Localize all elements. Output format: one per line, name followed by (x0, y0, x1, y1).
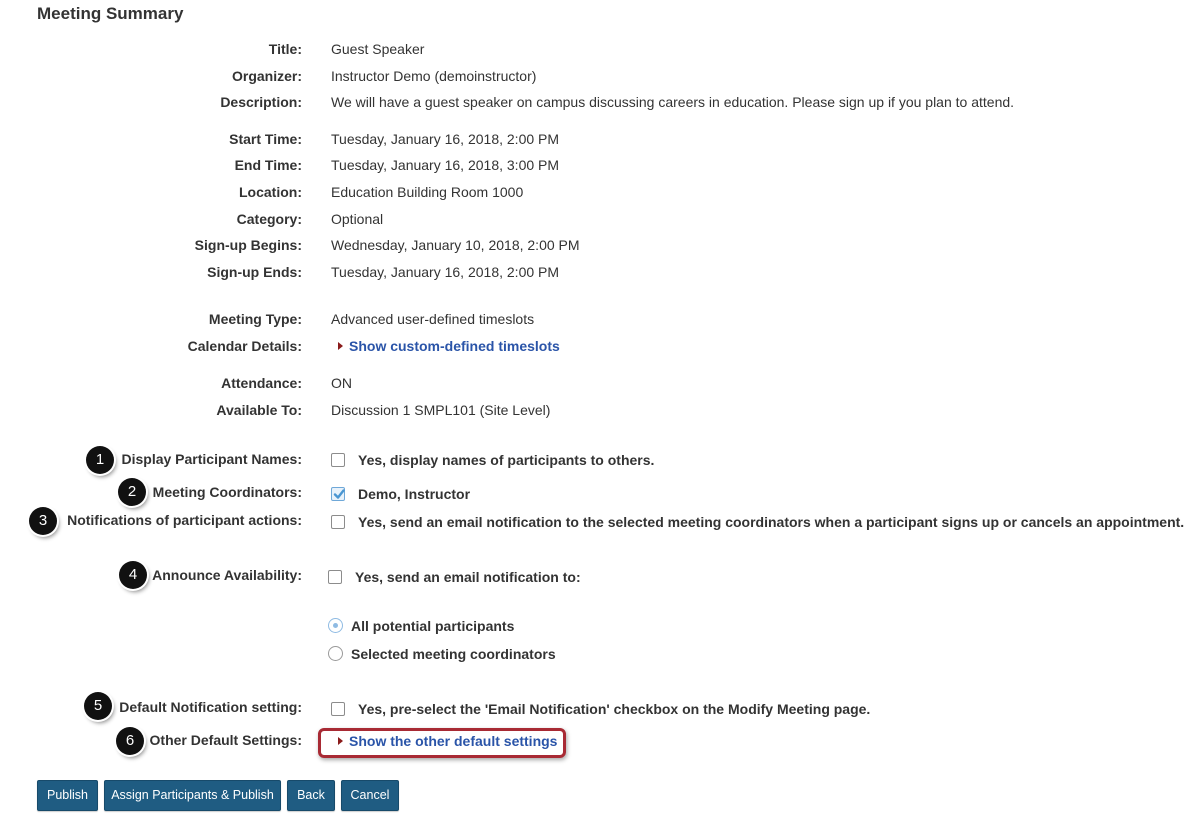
organizer-value: Instructor Demo (demoinstructor) (331, 68, 537, 84)
coordinator-checkbox[interactable] (331, 487, 345, 501)
title-value: Guest Speaker (331, 41, 425, 57)
highlight-box (318, 728, 566, 758)
coordinator-option[interactable]: Demo, Instructor (358, 484, 470, 504)
title-row: Title: Guest Speaker (0, 39, 1194, 59)
category-value: Optional (331, 211, 384, 227)
meeting-type-row: Meeting Type: Advanced user-defined time… (0, 309, 1194, 329)
callout-badge-3: 3 (29, 507, 57, 535)
page-title: Meeting Summary (37, 4, 184, 23)
organizer-row: Organizer: Instructor Demo (demoinstruct… (0, 66, 1194, 86)
assign-participants-publish-button[interactable]: Assign Participants & Publish (104, 780, 281, 811)
calendar-details-label: Calendar Details: (187, 338, 302, 354)
announce-coordinators-row: Selected meeting coordinators (0, 644, 1194, 664)
signup-begins-value: Wednesday, January 10, 2018, 2:00 PM (331, 237, 580, 253)
callout-badge-5: 5 (84, 692, 112, 720)
coordinators-label: Meeting Coordinators: (152, 484, 302, 500)
radio-selected-coordinators-label[interactable]: Selected meeting coordinators (351, 644, 556, 664)
radio-selected-coordinators[interactable] (328, 646, 343, 661)
display-names-checkbox[interactable] (331, 453, 345, 467)
other-defaults-row: Other Default Settings: Show the other d… (0, 730, 1194, 750)
cancel-button[interactable]: Cancel (341, 780, 399, 811)
default-notification-option[interactable]: Yes, pre-select the 'Email Notification'… (358, 699, 870, 719)
display-names-row: Display Participant Names: Yes, display … (0, 449, 1194, 469)
attendance-row: Attendance: ON (0, 373, 1194, 393)
back-button[interactable]: Back (287, 780, 335, 811)
other-defaults-label: Other Default Settings: (149, 732, 302, 748)
default-notification-label: Default Notification setting: (119, 699, 302, 715)
show-timeslots-link[interactable]: Show custom-defined timeslots (349, 336, 560, 356)
notifications-checkbox[interactable] (331, 515, 345, 529)
signup-ends-label: Sign-up Ends: (207, 264, 302, 280)
signup-begins-label: Sign-up Begins: (194, 237, 302, 253)
default-notification-row: Default Notification setting: Yes, pre-s… (0, 697, 1194, 717)
signup-ends-row: Sign-up Ends: Tuesday, January 16, 2018,… (0, 262, 1194, 282)
notifications-label: Notifications of participant actions: (67, 512, 302, 528)
coordinators-row: Meeting Coordinators: Demo, Instructor (0, 482, 1194, 502)
display-names-option[interactable]: Yes, display names of participants to ot… (358, 450, 654, 470)
category-label: Category: (236, 211, 302, 227)
meeting-type-label: Meeting Type: (208, 311, 302, 327)
available-to-row: Available To: Discussion 1 SMPL101 (Site… (0, 400, 1194, 420)
callout-badge-4: 4 (119, 561, 147, 589)
announce-row: Announce Availability: Yes, send an emai… (0, 565, 1194, 585)
start-time-label: Start Time: (229, 131, 302, 147)
publish-button[interactable]: Publish (37, 780, 98, 811)
available-to-label: Available To: (216, 402, 302, 418)
attendance-label: Attendance: (221, 375, 302, 391)
notifications-row: Notifications of participant actions: Ye… (0, 510, 1194, 530)
signup-ends-value: Tuesday, January 16, 2018, 2:00 PM (331, 264, 560, 280)
announce-all-row: All potential participants (0, 616, 1194, 636)
expand-triangle-icon[interactable] (338, 342, 343, 350)
category-row: Category: Optional (0, 209, 1194, 229)
callout-badge-2: 2 (118, 478, 146, 506)
description-value: We will have a guest speaker on campus d… (331, 94, 1015, 110)
checkmark-icon (333, 489, 345, 499)
notifications-option[interactable]: Yes, send an email notification to the s… (358, 512, 1184, 532)
announce-option[interactable]: Yes, send an email notification to: (355, 567, 581, 587)
end-time-label: End Time: (234, 157, 302, 173)
location-row: Location: Education Building Room 1000 (0, 182, 1194, 202)
display-names-label: Display Participant Names: (121, 451, 302, 467)
location-label: Location: (239, 184, 302, 200)
attendance-value: ON (331, 375, 352, 391)
organizer-label: Organizer: (231, 68, 302, 84)
available-to-value: Discussion 1 SMPL101 (Site Level) (331, 402, 551, 418)
description-row: Description: We will have a guest speake… (0, 92, 1194, 112)
announce-label: Announce Availability: (152, 567, 302, 583)
location-value: Education Building Room 1000 (331, 184, 524, 200)
calendar-details-row: Calendar Details: Show custom-defined ti… (0, 336, 1194, 356)
end-time-row: End Time: Tuesday, January 16, 2018, 3:0… (0, 155, 1194, 175)
callout-badge-6: 6 (116, 727, 144, 755)
radio-all-participants[interactable] (328, 618, 343, 633)
title-label: Title: (268, 41, 302, 57)
signup-begins-row: Sign-up Begins: Wednesday, January 10, 2… (0, 235, 1194, 255)
start-time-value: Tuesday, January 16, 2018, 2:00 PM (331, 131, 560, 147)
announce-checkbox[interactable] (328, 570, 342, 584)
radio-all-participants-label[interactable]: All potential participants (351, 616, 514, 636)
callout-badge-1: 1 (86, 446, 114, 474)
default-notification-checkbox[interactable] (331, 702, 345, 716)
description-label: Description: (220, 94, 302, 110)
end-time-value: Tuesday, January 16, 2018, 3:00 PM (331, 157, 560, 173)
start-time-row: Start Time: Tuesday, January 16, 2018, 2… (0, 129, 1194, 149)
meeting-type-value: Advanced user-defined timeslots (331, 311, 535, 327)
